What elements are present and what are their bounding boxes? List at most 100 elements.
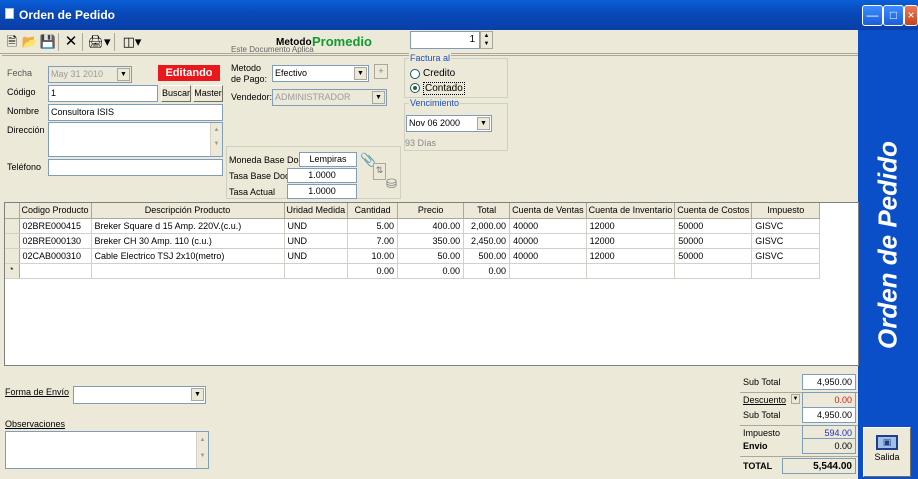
table-row[interactable]: 02CAB000310 Cable Electrico TSJ 2x10(met…: [5, 248, 821, 264]
telefono-field[interactable]: [48, 159, 223, 176]
table-row[interactable]: 02BRE000415 Breker Square d 15 Amp. 220V…: [5, 218, 821, 234]
exit-button[interactable]: ▣ Salida: [863, 427, 911, 477]
cell-cuenta-inventario[interactable]: 12000: [586, 248, 676, 264]
codigo-field[interactable]: 1: [48, 85, 158, 102]
coins-icon[interactable]: ⛁: [386, 176, 397, 192]
column-header[interactable]: Cuenta de Costos: [674, 203, 753, 219]
cell-precio[interactable]: 50.00: [397, 248, 465, 264]
vencimiento-date[interactable]: Nov 06 2000 ▼: [406, 115, 492, 132]
row-selector[interactable]: [5, 248, 20, 264]
save-icon[interactable]: 💾: [39, 33, 57, 51]
cell-cuenta-costos[interactable]: 50000: [674, 233, 753, 249]
cell-descripcion[interactable]: Cable Electrico TSJ 2x10(metro): [91, 248, 285, 264]
rate-refresh-icon[interactable]: ⇅: [373, 163, 386, 180]
credito-label[interactable]: Credito: [423, 68, 455, 79]
observaciones-scrollbar[interactable]: ▲ ▼: [196, 432, 208, 468]
contado-label[interactable]: Contado: [423, 82, 465, 95]
master-button[interactable]: Master: [193, 85, 223, 102]
cell-total[interactable]: 2,000.00: [463, 218, 511, 234]
document-number-field[interactable]: 1: [410, 31, 480, 49]
cell-cuenta-costos[interactable]: 50000: [674, 248, 753, 264]
observaciones-field[interactable]: [5, 431, 209, 469]
cell-unidad[interactable]: UND: [284, 218, 349, 234]
cell-impuesto[interactable]: GISVC: [751, 248, 821, 264]
cell-cantidad[interactable]: 7.00: [347, 233, 399, 249]
delete-icon[interactable]: ✕: [62, 33, 80, 51]
cell-total[interactable]: 500.00: [463, 248, 511, 264]
new-row[interactable]: * 0.00 0.00 0.00: [5, 263, 821, 279]
cell-cantidad[interactable]: 5.00: [347, 218, 399, 234]
cell-cuenta-ventas[interactable]: [509, 263, 587, 279]
fecha-field[interactable]: May 31 2010 ▼: [48, 66, 132, 83]
row-selector[interactable]: [5, 233, 20, 249]
cell-cuenta-ventas[interactable]: 40000: [509, 218, 587, 234]
descuento-label[interactable]: Descuento: [743, 395, 786, 405]
column-header[interactable]: Uridad Medida: [284, 203, 349, 219]
cell-cuenta-inventario[interactable]: 12000: [586, 233, 676, 249]
cell-cantidad[interactable]: 10.00: [347, 248, 399, 264]
maximize-button[interactable]: □: [883, 5, 904, 26]
direccion-field[interactable]: [48, 122, 223, 157]
cell-impuesto[interactable]: GISVC: [751, 233, 821, 249]
cell-cuenta-costos[interactable]: [674, 263, 753, 279]
new-icon[interactable]: 🗎: [3, 33, 21, 51]
cell-unidad[interactable]: UND: [284, 233, 349, 249]
moneda-field[interactable]: Lempiras: [299, 152, 357, 167]
column-header[interactable]: Impuesto: [751, 203, 821, 219]
cell-cuenta-inventario[interactable]: [586, 263, 676, 279]
cell-descripcion[interactable]: Breker Square d 15 Amp. 220V.(c.u.): [91, 218, 285, 234]
metodo-pago-label-line1: Metodo: [231, 63, 262, 73]
export-icon[interactable]: ◫▾: [118, 33, 146, 51]
cell-unidad[interactable]: [284, 263, 349, 279]
tasa-actual-field[interactable]: 1.0000: [287, 184, 357, 199]
cell-codigo[interactable]: 02BRE000130: [19, 233, 92, 249]
cell-total[interactable]: 2,450.00: [463, 233, 511, 249]
buscar-button[interactable]: Buscar: [161, 85, 191, 102]
print-icon[interactable]: 🖨▾: [86, 33, 112, 51]
add-payment-button[interactable]: +: [374, 64, 388, 79]
cell-unidad[interactable]: UND: [284, 248, 349, 264]
cell-descripcion[interactable]: [91, 263, 285, 279]
column-header[interactable]: Descripción Producto: [91, 203, 285, 219]
contado-radio[interactable]: [410, 83, 420, 93]
document-number-spinner[interactable]: ▲ ▼: [480, 31, 493, 49]
vendedor-select[interactable]: ADMINISTRADOR ▼: [272, 89, 387, 106]
column-header[interactable]: Codigo Producto: [19, 203, 92, 219]
metodo-pago-select[interactable]: Efectivo ▼: [272, 65, 369, 82]
tasa-base-field[interactable]: 1.0000: [287, 168, 357, 183]
cell-codigo[interactable]: 02CAB000310: [19, 248, 92, 264]
chevron-down-icon: ▼: [117, 68, 130, 81]
cell-cuenta-inventario[interactable]: 12000: [586, 218, 676, 234]
cell-cantidad[interactable]: 0.00: [347, 263, 399, 279]
new-row-marker[interactable]: *: [5, 263, 20, 279]
cell-codigo[interactable]: [19, 263, 92, 279]
column-header[interactable]: Cuenta de Inventario: [586, 203, 676, 219]
cell-impuesto[interactable]: [751, 263, 821, 279]
column-header[interactable]: Total: [463, 203, 511, 219]
close-button[interactable]: ×: [904, 5, 918, 26]
credito-radio[interactable]: [410, 69, 420, 79]
cell-precio[interactable]: 0.00: [397, 263, 465, 279]
cell-descripcion[interactable]: Breker CH 30 Amp. 110 (c.u.): [91, 233, 285, 249]
minimize-button[interactable]: —: [862, 5, 883, 26]
cell-precio[interactable]: 350.00: [397, 233, 465, 249]
cell-precio[interactable]: 400.00: [397, 218, 465, 234]
column-header[interactable]: Cuenta de Ventas: [509, 203, 587, 219]
cell-cuenta-ventas[interactable]: 40000: [509, 233, 587, 249]
descuento-value: 0.00: [802, 392, 856, 408]
direccion-scrollbar[interactable]: ▲ ▼: [210, 123, 222, 156]
forma-envio-select[interactable]: ▼: [73, 386, 206, 404]
cell-total[interactable]: 0.00: [463, 263, 511, 279]
cell-cuenta-costos[interactable]: 50000: [674, 218, 753, 234]
products-grid[interactable]: Codigo Producto Descripción Producto Uri…: [4, 202, 859, 366]
column-header[interactable]: Cantidad: [347, 203, 399, 219]
cell-impuesto[interactable]: GISVC: [751, 218, 821, 234]
cell-codigo[interactable]: 02BRE000415: [19, 218, 92, 234]
chevron-down-icon[interactable]: ▼: [791, 394, 800, 404]
table-row[interactable]: 02BRE000130 Breker CH 30 Amp. 110 (c.u.)…: [5, 233, 821, 249]
nombre-field[interactable]: Consultora ISIS: [48, 104, 223, 121]
cell-cuenta-ventas[interactable]: 40000: [509, 248, 587, 264]
row-selector[interactable]: [5, 218, 20, 234]
column-header[interactable]: Precio: [397, 203, 465, 219]
open-icon[interactable]: 📂: [21, 33, 39, 51]
